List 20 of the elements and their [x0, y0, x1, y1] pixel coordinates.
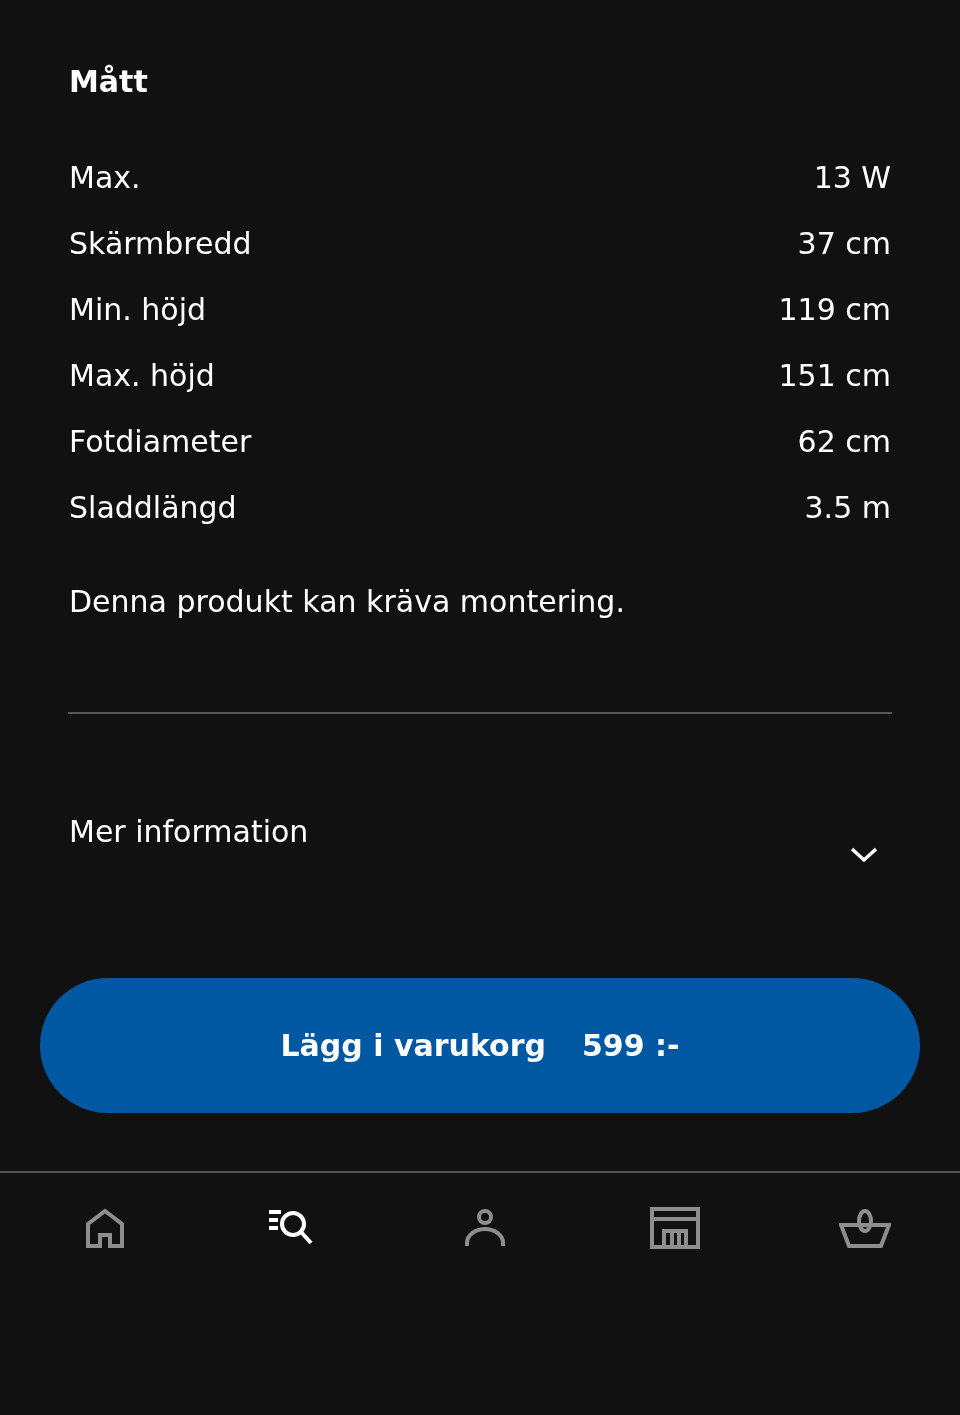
add-to-cart-button[interactable]: Lägg i varukorg 599 :- — [40, 978, 920, 1113]
spec-value: 13 W — [813, 159, 891, 195]
section-title: Mått — [69, 63, 149, 101]
assembly-note: Denna produkt kan kräva montering. — [69, 583, 626, 621]
spec-label: Sladdlängd — [69, 489, 237, 525]
spec-value: 151 cm — [778, 357, 891, 393]
more-info-toggle[interactable]: Mer information — [69, 814, 891, 874]
spec-value: 119 cm — [778, 291, 891, 327]
person-icon — [464, 1207, 506, 1249]
basket-icon — [839, 1207, 891, 1249]
spec-label: Max. — [69, 159, 141, 195]
spec-value: 3.5 m — [804, 489, 891, 525]
spec-label: Skärmbredd — [69, 225, 252, 261]
spec-value: 62 cm — [797, 423, 891, 459]
spec-label: Fotdiameter — [69, 423, 252, 459]
spec-label: Max. höjd — [69, 357, 215, 393]
store-icon — [650, 1207, 700, 1249]
spec-value: 37 cm — [797, 225, 891, 261]
spec-label: Min. höjd — [69, 291, 207, 327]
home-icon — [84, 1207, 126, 1249]
